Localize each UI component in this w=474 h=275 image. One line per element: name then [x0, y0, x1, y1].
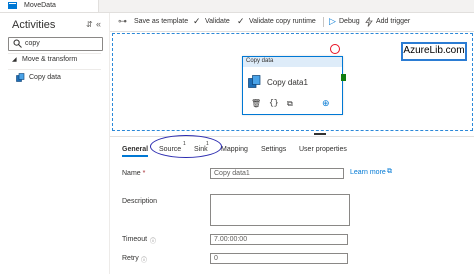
description-textarea[interactable] [210, 194, 350, 226]
hand-drawn-highlight [150, 135, 222, 158]
tab-mapping[interactable]: Mapping [221, 146, 248, 153]
add-output-icon[interactable]: ⊕ [322, 98, 330, 109]
watermark-label: AzureLib.com [401, 42, 467, 61]
description-label: Description [122, 198, 158, 205]
pipeline-tab[interactable]: MoveData [0, 0, 99, 12]
toolbar-divider [323, 17, 324, 27]
divider [8, 69, 101, 70]
error-indicator-icon[interactable] [330, 44, 340, 54]
validate-copy-runtime-button[interactable]: Validate copy runtime [249, 18, 316, 25]
active-tab-indicator [122, 155, 148, 157]
pipeline-toolbar: ⊶ Save as template ✓ Validate ✓ Validate… [110, 13, 474, 32]
document-tab-bar: MoveData [0, 0, 474, 13]
external-link-icon[interactable]: ⧉ [387, 168, 392, 176]
tab-user-properties[interactable]: User properties [299, 146, 347, 153]
search-icon [13, 39, 22, 48]
timeout-label: Timeout [122, 236, 148, 243]
copy-data-icon [248, 75, 261, 88]
panel-resize-handle[interactable] [314, 133, 326, 135]
learn-more-link[interactable]: Learn more [350, 169, 386, 176]
validate-icon[interactable]: ✓ [193, 16, 201, 27]
copy-data-activity-node[interactable]: Copy data Copy data1 🗑 {} ⧉ ⊕ [242, 56, 343, 115]
caret-down-icon[interactable]: ◢ [12, 56, 17, 63]
validate-runtime-icon[interactable]: ✓ [237, 16, 245, 27]
activities-panel: Activities ⇵ « ◢ Move & transform Copy d… [0, 13, 110, 274]
code-icon[interactable]: {} [269, 99, 279, 108]
collapse-all-icon[interactable]: ⇵ [86, 20, 93, 29]
success-output-port[interactable] [341, 74, 346, 81]
save-template-icon[interactable]: ⊶ [118, 16, 127, 27]
info-icon[interactable]: ⓘ [150, 236, 156, 245]
delete-icon[interactable]: 🗑 [251, 99, 261, 108]
name-input[interactable]: Copy data1 [210, 168, 344, 179]
activity-node-header: Copy data [243, 57, 342, 67]
hide-panel-icon[interactable]: « [96, 19, 101, 29]
name-label: Name * [122, 170, 146, 177]
activity-item-label: Copy data [29, 74, 61, 81]
save-as-template-button[interactable]: Save as template [134, 18, 188, 25]
section-move-transform[interactable]: Move & transform [22, 56, 77, 63]
activities-title: Activities [12, 19, 56, 31]
validate-button[interactable]: Validate [205, 18, 230, 25]
info-icon[interactable]: ⓘ [141, 255, 147, 264]
copy-data-icon [16, 73, 25, 82]
debug-icon[interactable]: ▷ [329, 16, 336, 27]
activity-node-name: Copy data1 [267, 78, 308, 87]
retry-input[interactable]: 0 [210, 253, 348, 264]
search-input[interactable] [25, 38, 97, 49]
retry-label: Retry [122, 255, 139, 262]
tab-general[interactable]: General [122, 146, 148, 153]
activity-item-copy-data[interactable]: Copy data [8, 71, 101, 85]
pipeline-icon [8, 2, 17, 9]
timeout-input[interactable]: 7.00:00:00 [210, 234, 348, 245]
divider [8, 53, 101, 54]
watermark-text: AzureLib.com [403, 45, 465, 56]
pipeline-tab-title: MoveData [24, 2, 56, 9]
clone-icon[interactable]: ⧉ [287, 99, 293, 109]
add-trigger-button[interactable]: Add trigger [376, 18, 410, 25]
activities-search[interactable] [8, 37, 103, 51]
lightning-icon[interactable] [364, 17, 374, 27]
tab-settings[interactable]: Settings [261, 146, 286, 153]
activity-type-label: Copy data [246, 58, 274, 64]
debug-button[interactable]: Debug [339, 18, 360, 25]
